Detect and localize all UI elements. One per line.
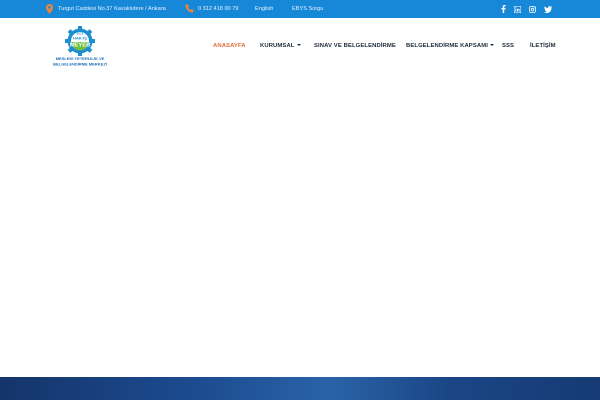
nav-item-iletisim[interactable]: İLETİŞİM	[530, 40, 556, 52]
phone-link[interactable]: 0 312 418 00 79	[198, 0, 238, 18]
facebook-icon[interactable]	[498, 4, 508, 14]
location-pin-icon	[46, 4, 53, 14]
logo-line2: BELGELENDİRME MERKEZİ	[53, 62, 107, 67]
nav-item-belgelendirme-kapsami[interactable]: BELGELENDİRME KAPSAMI	[406, 40, 494, 52]
address-text: Turgut Caddesi No.37 Kavaklıdere / Ankar…	[58, 6, 166, 12]
logo-line1: MESLEKİ YETERLİLİK VE	[56, 56, 105, 61]
nav-item-anasayfa[interactable]: ANASAYFA	[213, 40, 246, 52]
ebys-link[interactable]: EBYS Sorgu	[292, 0, 323, 18]
top-bar: Turgut Caddesi No.37 Kavaklıdere / Ankar…	[0, 0, 600, 18]
phone-icon	[185, 4, 194, 13]
linkedin-icon[interactable]	[512, 4, 522, 14]
logo-brand-top: HAK-İŞ	[73, 36, 87, 41]
caret-down-icon	[296, 44, 301, 46]
english-link[interactable]: English	[255, 0, 273, 18]
site-header: 2012 HAK-İŞ MEYEB MESLEKİ YETERLİLİK VE …	[0, 18, 600, 80]
nav-item-sss[interactable]: SSS	[502, 40, 514, 52]
instagram-icon[interactable]	[527, 4, 537, 14]
site-logo[interactable]: 2012 HAK-İŞ MEYEB MESLEKİ YETERLİLİK VE …	[48, 25, 112, 73]
hero-banner	[0, 377, 600, 400]
twitter-icon[interactable]	[543, 4, 553, 14]
nav-item-label: BELGELENDİRME KAPSAMI	[406, 43, 488, 49]
logo-brand: MEYEB	[70, 43, 91, 49]
nav-item-sinav[interactable]: SINAV VE BELGELENDİRME	[314, 40, 396, 52]
nav-item-kurumsal[interactable]: KURUMSAL	[260, 40, 301, 52]
nav-item-label: KURUMSAL	[260, 43, 295, 49]
caret-down-icon	[489, 44, 494, 46]
